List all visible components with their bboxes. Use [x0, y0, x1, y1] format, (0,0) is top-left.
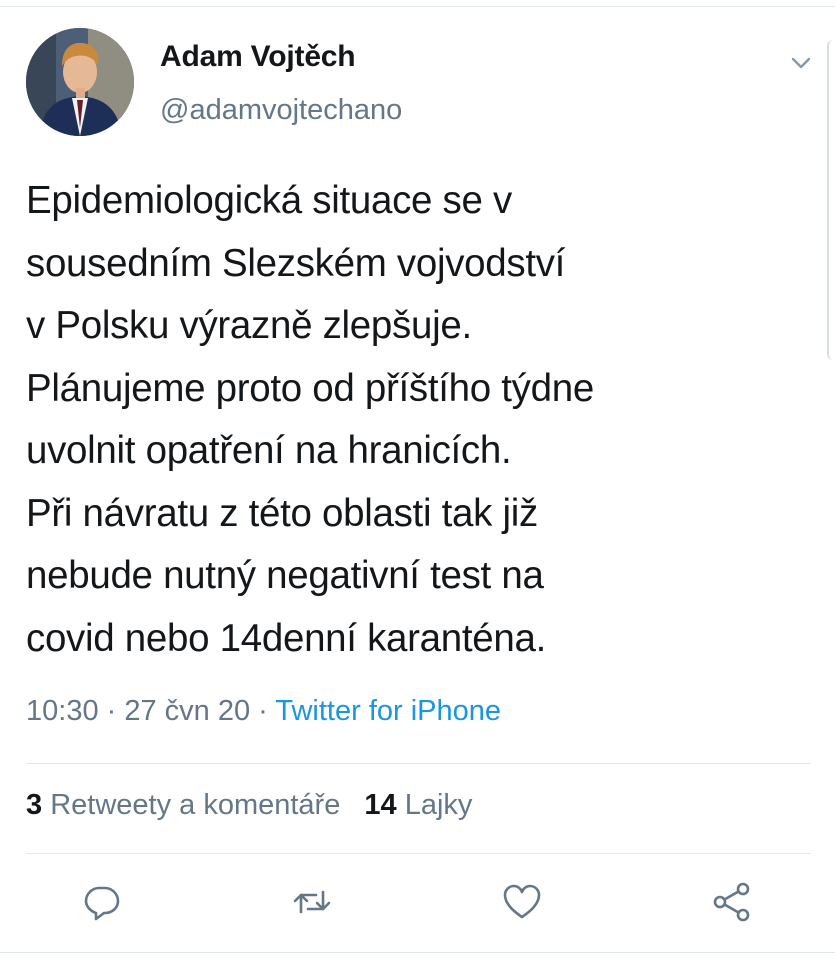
action-bar [80, 880, 760, 928]
avatar[interactable] [26, 28, 134, 136]
retweets-stat[interactable]: 3 Retweety a komentáře [26, 789, 340, 821]
meta-separator-2: · [250, 695, 276, 727]
author-name[interactable]: Adam Vojtěch [160, 40, 356, 74]
tweet-text: Epidemiologická situace se v sousedním S… [26, 179, 594, 660]
tweet-meta: 10:30 · 27 čvn 20 · Twitter for iPhone [26, 695, 501, 728]
avatar-image [26, 28, 134, 136]
retweet-icon[interactable] [290, 880, 338, 928]
scroll-edge [827, 40, 835, 360]
likes-label: Lajky [404, 789, 473, 821]
divider [26, 853, 811, 854]
author-handle[interactable]: @adamvojtechano [160, 94, 402, 127]
retweets-count: 3 [26, 789, 43, 821]
likes-stat[interactable]: 14 Lajky [364, 789, 472, 821]
tweet-stats: 3 Retweety a komentáře 14 Lajky [26, 789, 472, 822]
tweet-header: Adam Vojtěch @adamvojtechano [26, 28, 816, 140]
bottom-divider [0, 952, 835, 953]
likes-count: 14 [364, 789, 397, 821]
tweet-source-link[interactable]: Twitter for iPhone [275, 695, 501, 727]
share-icon[interactable] [710, 880, 758, 928]
meta-separator: · [98, 695, 125, 727]
reply-icon[interactable] [80, 880, 128, 928]
tweet-date: 27 čvn 20 [124, 695, 251, 727]
tweet-time: 10:30 [26, 695, 99, 727]
heart-icon[interactable] [500, 880, 548, 928]
top-divider [0, 6, 835, 7]
divider [26, 763, 811, 764]
retweets-label: Retweety a komentáře [50, 789, 341, 821]
chevron-down-icon[interactable] [786, 48, 816, 78]
